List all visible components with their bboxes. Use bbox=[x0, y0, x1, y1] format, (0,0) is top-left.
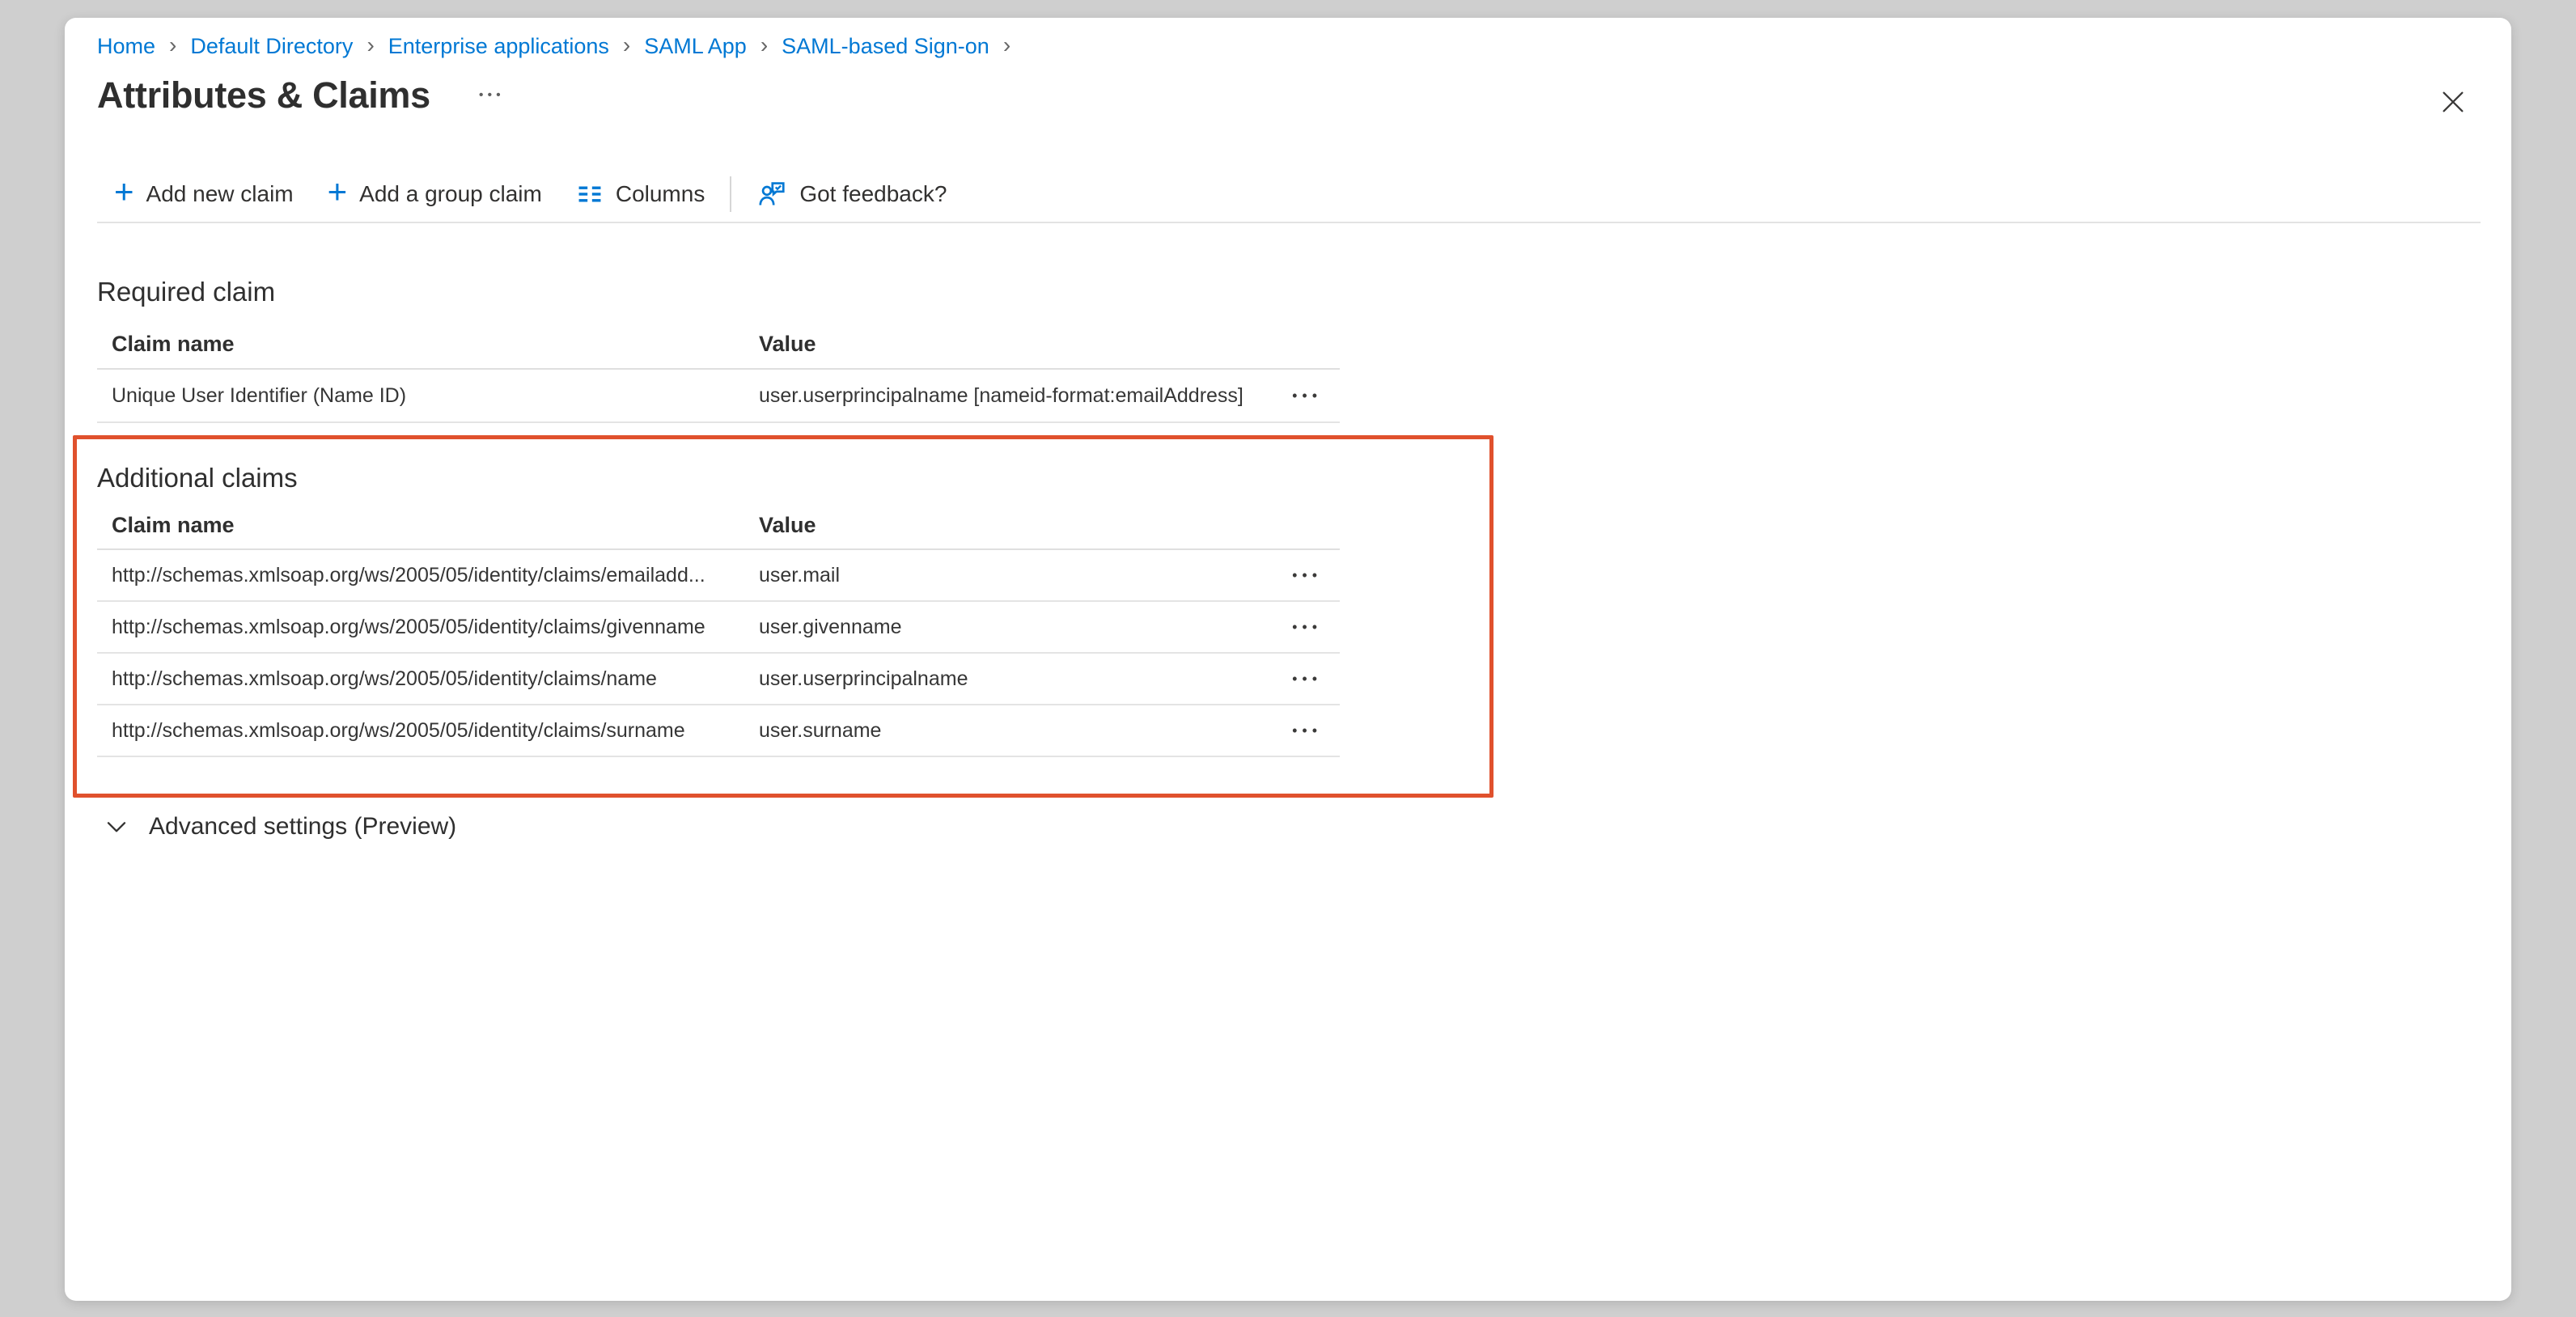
advanced-settings-expander[interactable]: Advanced settings (Preview) bbox=[104, 809, 456, 845]
additional-claims-section: Additional claims Claim name Value http:… bbox=[97, 461, 1340, 757]
breadcrumb-home[interactable]: Home bbox=[97, 31, 155, 61]
chevron-down-icon bbox=[104, 814, 129, 840]
got-feedback-button[interactable]: Got feedback? bbox=[739, 172, 964, 217]
claim-name-cell[interactable]: http://schemas.xmlsoap.org/ws/2005/05/id… bbox=[112, 719, 759, 743]
close-icon bbox=[2439, 88, 2467, 116]
claim-name-cell[interactable]: http://schemas.xmlsoap.org/ws/2005/05/id… bbox=[112, 667, 759, 691]
chevron-right-icon: › bbox=[1003, 30, 1010, 61]
breadcrumb-default-directory[interactable]: Default Directory bbox=[190, 31, 353, 61]
got-feedback-label: Got feedback? bbox=[799, 181, 947, 207]
breadcrumb-saml-app[interactable]: SAML App bbox=[644, 31, 747, 61]
claim-value-cell: user.userprincipalname bbox=[759, 667, 1260, 691]
page-header: Attributes & Claims ••• bbox=[97, 74, 508, 116]
plus-icon: + bbox=[114, 175, 134, 209]
required-claim-section: Required claim Claim name Value Unique U… bbox=[97, 275, 1340, 423]
column-header-claim-name: Claim name bbox=[112, 513, 759, 538]
toolbar-separator bbox=[730, 176, 731, 212]
chevron-right-icon: › bbox=[169, 30, 176, 61]
attributes-claims-panel: Home › Default Directory › Enterprise ap… bbox=[65, 18, 2511, 1301]
row-menu-icon[interactable]: ••• bbox=[1292, 620, 1340, 634]
row-menu-icon[interactable]: ••• bbox=[1292, 388, 1340, 403]
page-title: Attributes & Claims bbox=[97, 74, 430, 116]
claim-value-cell: user.surname bbox=[759, 719, 1260, 743]
chevron-right-icon: › bbox=[366, 30, 374, 61]
claim-name-cell[interactable]: Unique User Identifier (Name ID) bbox=[112, 384, 759, 408]
row-menu-icon[interactable]: ••• bbox=[1292, 568, 1340, 582]
table-row: http://schemas.xmlsoap.org/ws/2005/05/id… bbox=[97, 550, 1340, 602]
column-header-claim-name: Claim name bbox=[112, 332, 759, 357]
column-header-value: Value bbox=[759, 513, 1260, 538]
table-header-row: Claim name Value bbox=[97, 320, 1340, 370]
breadcrumb-saml-based-sign-on[interactable]: SAML-based Sign-on bbox=[782, 31, 989, 61]
required-claim-table: Claim name Value Unique User Identifier … bbox=[97, 320, 1340, 423]
claim-value-cell: user.userprincipalname [nameid-format:em… bbox=[759, 384, 1260, 408]
row-menu-icon[interactable]: ••• bbox=[1292, 671, 1340, 686]
more-options-icon[interactable]: ••• bbox=[476, 83, 508, 108]
columns-label: Columns bbox=[616, 181, 705, 207]
claim-value-cell: user.givenname bbox=[759, 616, 1260, 639]
command-bar: + Add new claim + Add a group claim Colu… bbox=[97, 172, 964, 217]
table-row: http://schemas.xmlsoap.org/ws/2005/05/id… bbox=[97, 602, 1340, 654]
table-header-row: Claim name Value bbox=[97, 502, 1340, 550]
columns-icon bbox=[576, 180, 604, 208]
toolbar-divider bbox=[97, 222, 2481, 223]
table-row: http://schemas.xmlsoap.org/ws/2005/05/id… bbox=[97, 705, 1340, 757]
row-menu-icon[interactable]: ••• bbox=[1292, 723, 1340, 738]
advanced-settings-label: Advanced settings (Preview) bbox=[149, 813, 456, 841]
table-row: http://schemas.xmlsoap.org/ws/2005/05/id… bbox=[97, 654, 1340, 705]
add-group-claim-button[interactable]: + Add a group claim bbox=[311, 172, 559, 217]
feedback-icon bbox=[756, 179, 787, 210]
required-claim-heading: Required claim bbox=[97, 275, 1340, 309]
columns-button[interactable]: Columns bbox=[559, 172, 722, 217]
add-new-claim-button[interactable]: + Add new claim bbox=[97, 172, 311, 217]
chevron-right-icon: › bbox=[623, 30, 630, 61]
claim-name-cell[interactable]: http://schemas.xmlsoap.org/ws/2005/05/id… bbox=[112, 616, 759, 639]
plus-icon: + bbox=[328, 175, 348, 209]
table-row: Unique User Identifier (Name ID) user.us… bbox=[97, 370, 1340, 423]
add-new-claim-label: Add new claim bbox=[146, 181, 294, 207]
column-header-value: Value bbox=[759, 332, 1260, 357]
close-button[interactable] bbox=[2430, 79, 2476, 125]
add-group-claim-label: Add a group claim bbox=[359, 181, 542, 207]
additional-claims-heading: Additional claims bbox=[97, 461, 1340, 495]
claim-value-cell: user.mail bbox=[759, 564, 1260, 587]
claim-name-cell[interactable]: http://schemas.xmlsoap.org/ws/2005/05/id… bbox=[112, 564, 759, 587]
breadcrumb: Home › Default Directory › Enterprise ap… bbox=[97, 31, 1010, 61]
additional-claims-table: Claim name Value http://schemas.xmlsoap.… bbox=[97, 502, 1340, 757]
breadcrumb-enterprise-applications[interactable]: Enterprise applications bbox=[388, 31, 609, 61]
chevron-right-icon: › bbox=[761, 30, 768, 61]
